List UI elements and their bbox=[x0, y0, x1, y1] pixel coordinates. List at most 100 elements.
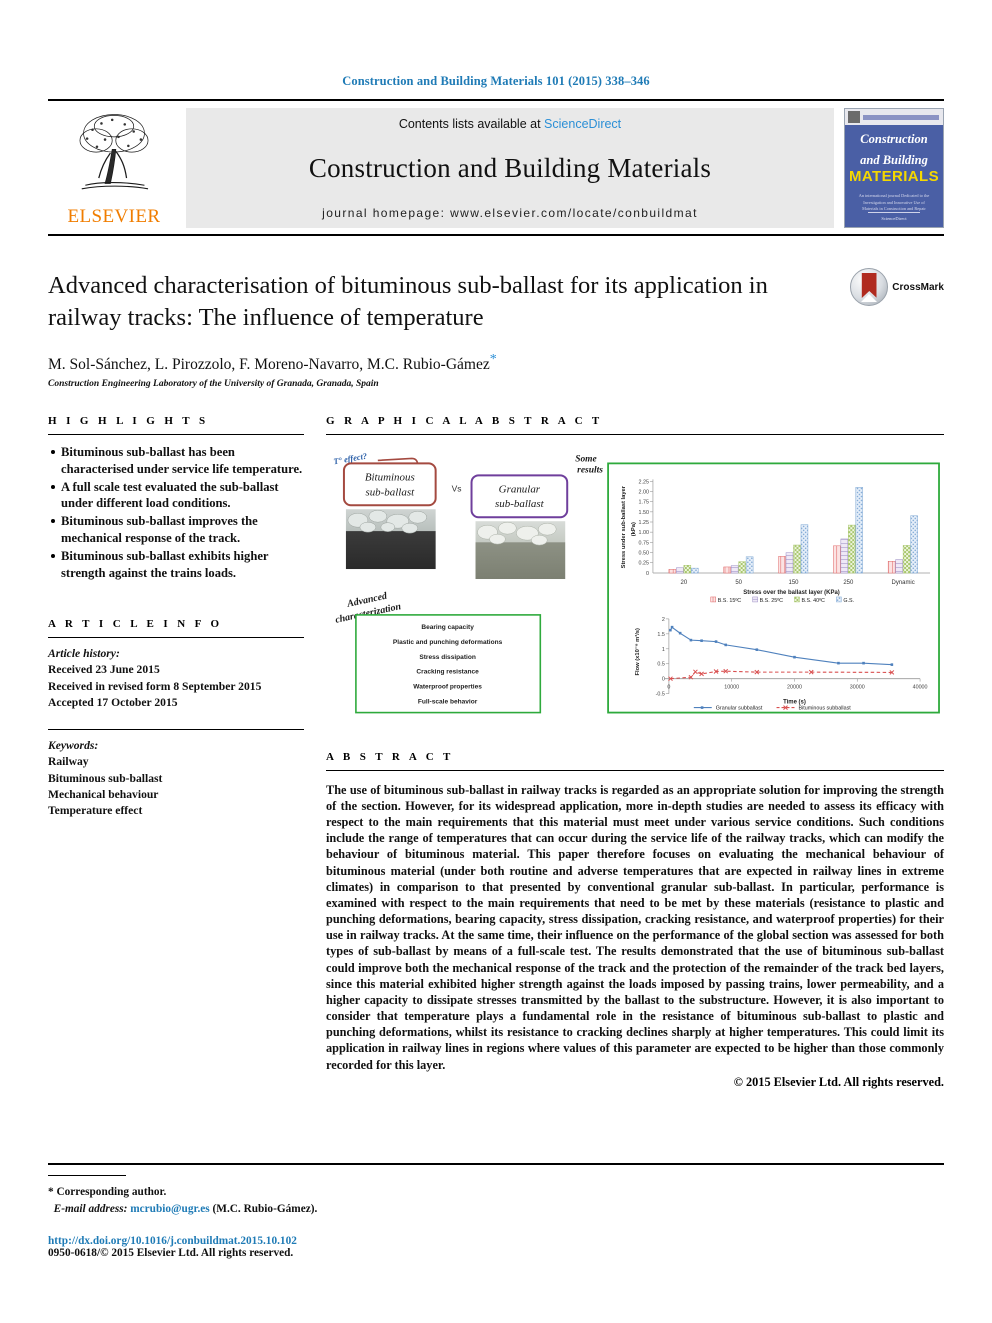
journal-masthead: ELSEVIER Contents lists available at Sci… bbox=[48, 99, 944, 236]
bar-ytick: 1.75 bbox=[638, 500, 648, 506]
results-frame bbox=[607, 462, 940, 714]
crossmark-badge[interactable]: CrossMark bbox=[850, 268, 944, 306]
line-ytick: 1 bbox=[662, 647, 665, 653]
graphical-abstract-heading: G R A P H I C A L A B S T R A C T bbox=[326, 414, 603, 427]
abstract-heading: A B S T R A C T bbox=[326, 750, 454, 763]
issn-copyright: 0950-0618/© 2015 Elsevier Ltd. All right… bbox=[48, 1247, 294, 1259]
graphical-abstract-svg: T° effect? Bituminous sub-ballast Vs Gra… bbox=[333, 450, 940, 714]
bar-ytick: 1.00 bbox=[638, 530, 648, 536]
list-item: Bituminous sub-ballast has been characte… bbox=[51, 444, 303, 476]
left-column: H I G H L I G H T S Bituminous sub-balla… bbox=[48, 415, 304, 1090]
bar-legend-item: B.S. 40ºC bbox=[801, 598, 825, 604]
cover-elsevier-icon bbox=[848, 111, 860, 123]
bar-xtick: 50 bbox=[735, 580, 742, 586]
highlights-rule bbox=[48, 433, 304, 435]
list-item: Bituminous sub-ballast exhibits higher s… bbox=[51, 548, 304, 582]
cover-title-line2: and Building bbox=[860, 153, 928, 167]
crossmark-icon bbox=[850, 268, 889, 306]
cover-footer: ScienceDirect bbox=[845, 212, 943, 221]
characterization-list-box: Bearing capacity Plastic and punching de… bbox=[355, 613, 542, 714]
line-ytick: 0.5 bbox=[657, 662, 664, 668]
abstract-text: The use of bituminous sub-ballast in rai… bbox=[326, 782, 944, 1072]
footnote-rule bbox=[48, 1175, 126, 1177]
characterization-item: Cracking resistance bbox=[416, 669, 479, 676]
journal-title: Construction and Building Materials bbox=[308, 153, 712, 183]
keyword: Bituminous sub-ballast bbox=[48, 771, 163, 785]
line-ytick: 0 bbox=[662, 677, 665, 683]
abstract-section: A B S T R A C T The use of bituminous su… bbox=[326, 751, 944, 1090]
graphical-abstract-figure: T° effect? Bituminous sub-ballast Vs Gra… bbox=[326, 447, 944, 715]
bar-ytick: 1.25 bbox=[638, 520, 648, 526]
author-list: M. Sol-Sánchez, L. Pirozzolo, F. Moreno-… bbox=[48, 352, 944, 374]
keyword: Temperature effect bbox=[48, 804, 143, 818]
granular-photo bbox=[475, 521, 566, 579]
page-title: Advanced characterisation of bituminous … bbox=[48, 272, 768, 331]
crossmark-base-shape bbox=[861, 294, 878, 302]
svg-text:sub-ballast: sub-ballast bbox=[495, 498, 545, 510]
email-note: E-mail address: mcrubio@ugr.es (M.C. Rub… bbox=[48, 1201, 944, 1217]
line-legend-item: Bituminous subballast bbox=[798, 705, 851, 711]
line-legend-item: Granular subballast bbox=[716, 705, 763, 711]
bar-ytick: 1.50 bbox=[638, 510, 648, 516]
bar-ytick: 0.50 bbox=[638, 550, 648, 556]
list-item: Bituminous sub-ballast improves the mech… bbox=[51, 513, 304, 547]
article-history-label: Article history: bbox=[48, 646, 120, 660]
right-column: G R A P H I C A L A B S T R A C T T° eff… bbox=[326, 415, 944, 1090]
article-history: Article history: Received 23 June 2015 R… bbox=[48, 646, 304, 712]
keywords-label: Keywords: bbox=[48, 738, 99, 752]
line-xtick: 10000 bbox=[724, 685, 739, 691]
contents-prefix: Contents lists available at bbox=[398, 117, 541, 131]
bar-ytick: 0 bbox=[646, 571, 649, 577]
characterization-item: Bearing capacity bbox=[421, 624, 474, 631]
cover-bar bbox=[863, 114, 939, 120]
bar-ylabel-unit: (kPa) bbox=[631, 522, 637, 536]
journal-cover-thumbnail: Construction and Building MATERIALS An i… bbox=[844, 108, 944, 228]
page-footer: * Corresponding author. E-mail address: … bbox=[48, 1163, 944, 1259]
bar-xtick: Dynamic bbox=[892, 580, 915, 586]
keyword: Mechanical behaviour bbox=[48, 788, 159, 802]
email-link[interactable]: mcrubio@ugr.es bbox=[130, 1203, 209, 1215]
svg-text:Bituminous: Bituminous bbox=[365, 471, 415, 483]
line-ytick: 2 bbox=[662, 617, 665, 623]
vs-label: Vs bbox=[452, 483, 462, 493]
line-ylabel: Flow (x10⁻⁸ m³/s) bbox=[634, 628, 641, 675]
history-received: Received 23 June 2015 bbox=[48, 663, 160, 677]
cover-divider bbox=[868, 212, 920, 213]
crossmark-label: CrossMark bbox=[892, 281, 944, 293]
bar-legend-item: B.S. 25ºC bbox=[760, 598, 784, 604]
journal-homepage[interactable]: journal homepage: www.elsevier.com/locat… bbox=[322, 206, 698, 220]
journal-info-box: Contents lists available at ScienceDirec… bbox=[186, 108, 834, 228]
sciencedirect-link[interactable]: ScienceDirect bbox=[544, 117, 621, 131]
history-revised: Received in revised form 8 September 201… bbox=[48, 679, 262, 693]
corresponding-author-marker: * bbox=[489, 351, 497, 367]
elsevier-tree-icon bbox=[79, 114, 149, 190]
body-columns: H I G H L I G H T S Bituminous sub-balla… bbox=[48, 415, 944, 1090]
cover-title-line3: MATERIALS bbox=[849, 168, 939, 185]
keyword: Railway bbox=[48, 755, 89, 769]
elsevier-wordmark: ELSEVIER bbox=[67, 206, 161, 227]
paper-page: Construction and Building Materials 101 … bbox=[0, 0, 992, 1323]
cover-blurb: An international journal Dedicated to th… bbox=[858, 193, 930, 212]
bar-xtick: 20 bbox=[681, 580, 688, 586]
doi-link[interactable]: http://dx.doi.org/10.1016/j.conbuildmat.… bbox=[48, 1235, 944, 1247]
keywords-rule bbox=[48, 728, 304, 730]
article-info-rule bbox=[48, 636, 304, 638]
authors-names: M. Sol-Sánchez, L. Pirozzolo, F. Moreno-… bbox=[48, 355, 490, 373]
bar-ylabel: Stress under sub-ballast layer bbox=[621, 485, 627, 568]
bar-legend-item: G.S. bbox=[843, 598, 854, 604]
masthead-bottom-rule bbox=[48, 234, 944, 236]
line-xtick: 40000 bbox=[913, 685, 928, 691]
bar-xlabel: Stress over the ballast layer (KPa) bbox=[743, 590, 840, 596]
characterization-item: Waterproof properties bbox=[413, 684, 482, 691]
email-owner: (M.C. Rubio-Gámez). bbox=[212, 1202, 318, 1215]
line-ytick: 1.5 bbox=[657, 632, 664, 638]
abstract-copyright: © 2015 Elsevier Ltd. All rights reserved… bbox=[733, 1074, 944, 1089]
svg-text:results: results bbox=[577, 465, 603, 475]
bar-xtick: 150 bbox=[789, 580, 800, 586]
line-xtick: 20000 bbox=[787, 685, 802, 691]
svg-text:Granular: Granular bbox=[499, 483, 541, 495]
history-accepted: Accepted 17 October 2015 bbox=[48, 696, 178, 710]
some-results-annotation: Some results bbox=[575, 454, 603, 475]
list-item: A full scale test evaluated the sub-ball… bbox=[51, 479, 304, 513]
svg-text:Some: Some bbox=[575, 454, 597, 464]
